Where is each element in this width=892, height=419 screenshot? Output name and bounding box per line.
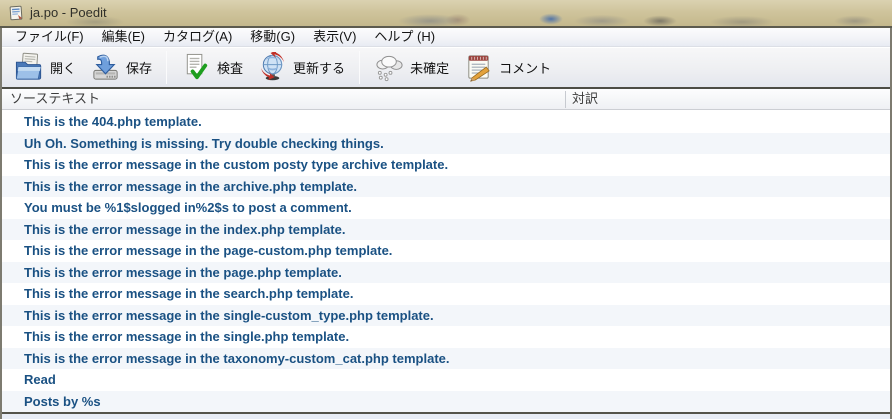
fuzzy-icon bbox=[376, 55, 403, 82]
window-border-left bbox=[0, 28, 2, 419]
toolbar-separator bbox=[359, 51, 361, 84]
list-item[interactable]: You must be %1$slogged in%2$s to post a … bbox=[2, 197, 890, 219]
validate-button-label: 検査 bbox=[217, 61, 244, 76]
comment-button[interactable]: コメント bbox=[456, 50, 558, 86]
menu-item-help[interactable]: ヘルプ (H) bbox=[365, 28, 444, 46]
bottom-panel-edge bbox=[2, 414, 890, 419]
source-text: This is the error message in the single-… bbox=[24, 307, 434, 323]
validate-icon bbox=[186, 53, 208, 80]
update-button[interactable]: 更新する bbox=[250, 50, 352, 86]
open-button[interactable]: 開く bbox=[7, 50, 83, 86]
source-text: This is the error message in the search.… bbox=[24, 286, 354, 301]
update-button-label: 更新する bbox=[293, 61, 346, 76]
list-item[interactable]: This is the error message in the single-… bbox=[2, 304, 890, 326]
source-text: This is the error message in the single.… bbox=[24, 329, 350, 344]
column-divider[interactable] bbox=[565, 91, 566, 108]
poedit-window: ja.po - Poedit ファイル(F) 編集(E) カタログ(A) 移動(… bbox=[0, 0, 892, 419]
column-header-source[interactable]: ソーステキスト bbox=[10, 89, 100, 109]
validate-button[interactable]: 検査 bbox=[174, 50, 250, 86]
menu-item-edit[interactable]: 編集(E) bbox=[93, 28, 154, 46]
list-item[interactable]: This is the error message in the archive… bbox=[2, 175, 890, 197]
fuzzy-button-label: 未確定 bbox=[410, 61, 450, 76]
source-text: This is the 404.php template. bbox=[24, 114, 202, 129]
list-item[interactable]: This is the error message in the taxonom… bbox=[2, 347, 890, 369]
source-text: This is the error message in the custom … bbox=[24, 157, 449, 172]
list-item[interactable]: Uh Oh. Something is missing. Try double … bbox=[2, 132, 890, 154]
list-item[interactable]: This is the error message in the page.ph… bbox=[2, 261, 890, 283]
title-bar[interactable]: ja.po - Poedit bbox=[0, 0, 892, 26]
source-text: Posts by %s bbox=[24, 393, 101, 409]
list-item[interactable]: This is the error message in the index.p… bbox=[2, 218, 890, 240]
list-item[interactable]: This is the error message in the custom … bbox=[2, 154, 890, 176]
column-header-translation[interactable]: 対訳 bbox=[572, 89, 598, 109]
open-button-label: 開く bbox=[50, 61, 77, 76]
source-text: You must be %1$slogged in%2$s to post a … bbox=[24, 200, 352, 215]
toolbar: 開く 保存 検査 更新する 未確定 コメント bbox=[2, 48, 890, 87]
menu-item-go[interactable]: 移動(G) bbox=[241, 28, 304, 46]
save-button[interactable]: 保存 bbox=[83, 50, 159, 86]
menu-item-file[interactable]: ファイル(F) bbox=[6, 28, 93, 46]
list-header: ソーステキスト 対訳 bbox=[2, 89, 890, 110]
comment-icon bbox=[468, 55, 490, 82]
menu-item-view[interactable]: 表示(V) bbox=[304, 28, 365, 46]
source-text: This is the error message in the page-cu… bbox=[24, 243, 393, 258]
source-text: This is the error message in the taxonom… bbox=[24, 350, 450, 366]
menu-item-catalog[interactable]: カタログ(A) bbox=[154, 28, 241, 46]
list-item[interactable]: Read bbox=[2, 369, 890, 391]
source-text: Uh Oh. Something is missing. Try double … bbox=[24, 135, 384, 151]
open-icon bbox=[15, 52, 42, 80]
source-text: This is the error message in the index.p… bbox=[24, 221, 346, 237]
fuzzy-button[interactable]: 未確定 bbox=[367, 50, 456, 86]
comment-button-label: コメント bbox=[499, 61, 552, 76]
window-title: ja.po - Poedit bbox=[30, 5, 107, 20]
list-item[interactable]: This is the 404.php template. bbox=[2, 111, 890, 133]
translation-list: This is the 404.php template. Uh Oh. Som… bbox=[2, 111, 890, 412]
source-text: This is the error message in the page.ph… bbox=[24, 264, 342, 280]
list-item[interactable]: Posts by %s bbox=[2, 390, 890, 412]
list-item[interactable]: This is the error message in the single.… bbox=[2, 326, 890, 348]
list-item[interactable]: This is the error message in the search.… bbox=[2, 283, 890, 305]
list-item[interactable]: This is the error message in the page-cu… bbox=[2, 240, 890, 262]
source-text: This is the error message in the archive… bbox=[24, 178, 358, 194]
save-icon bbox=[93, 54, 118, 80]
toolbar-separator bbox=[166, 51, 168, 84]
update-icon bbox=[260, 52, 285, 81]
source-text: Read bbox=[24, 372, 56, 387]
menu-bar: ファイル(F) 編集(E) カタログ(A) 移動(G) 表示(V) ヘルプ (H… bbox=[2, 28, 890, 47]
poedit-app-icon bbox=[8, 5, 24, 21]
save-button-label: 保存 bbox=[126, 61, 153, 76]
